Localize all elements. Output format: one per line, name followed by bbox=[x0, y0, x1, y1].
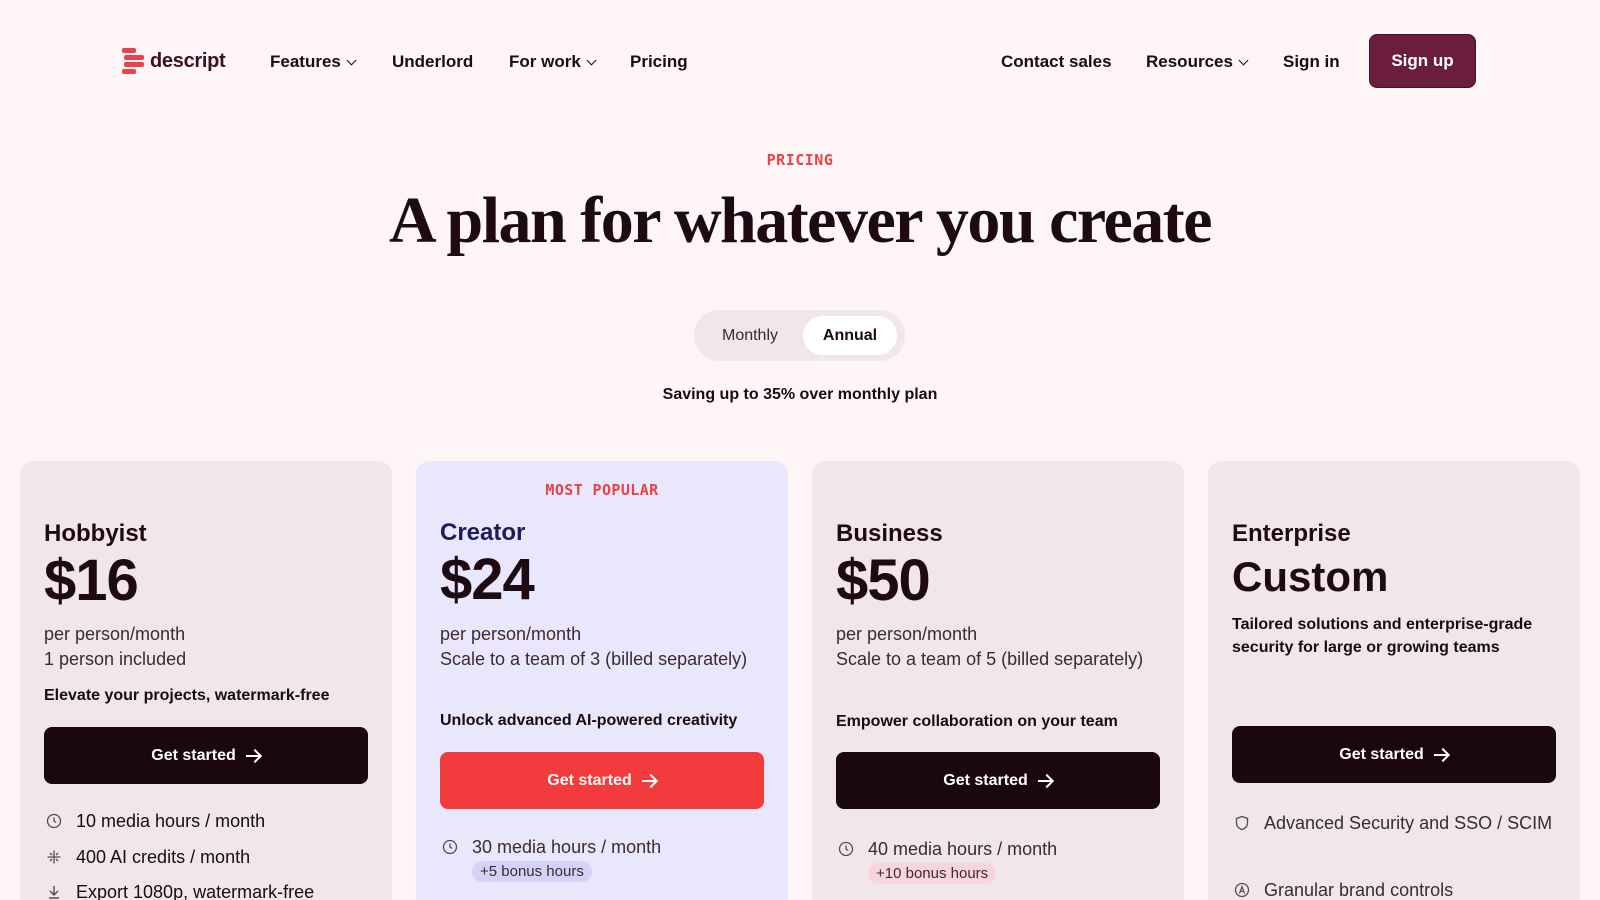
arrow-right-icon bbox=[245, 750, 261, 762]
get-started-label: Get started bbox=[943, 771, 1028, 789]
feature-text: 40 media hours / month bbox=[868, 839, 1058, 859]
sign-in-link[interactable]: Sign in bbox=[1283, 52, 1340, 72]
plan-price: Custom bbox=[1232, 553, 1389, 600]
plan-team: Scale to a team of 3 (billed separately) bbox=[440, 649, 748, 669]
feature-text: 30 media hours / month bbox=[472, 837, 662, 857]
chevron-down-icon bbox=[586, 55, 597, 65]
arrow-right-icon bbox=[1037, 775, 1053, 787]
plan-tagline: Elevate your projects, watermark-free bbox=[44, 687, 330, 704]
plan-unit: per person/month bbox=[836, 624, 978, 644]
plan-name: Hobbyist bbox=[44, 520, 147, 547]
plan-name: Business bbox=[836, 520, 943, 547]
most-popular-badge: MOST POPULAR bbox=[545, 481, 659, 499]
chevron-down-icon bbox=[346, 55, 357, 65]
nav-pricing-label: Pricing bbox=[630, 52, 688, 71]
logo-text: descript bbox=[150, 49, 226, 72]
bonus-badge: +5 bonus hours bbox=[472, 861, 592, 882]
descript-logo[interactable]: descript bbox=[122, 48, 226, 74]
plan-card-hobbyist: Hobbyist $16 per person/month 1 person i… bbox=[20, 461, 392, 900]
page-title: A plan for whatever you create bbox=[388, 184, 1213, 257]
chevron-down-icon bbox=[1238, 55, 1249, 65]
plan-team: Scale to a team of 5 (billed separately) bbox=[836, 649, 1144, 669]
get-started-button[interactable]: Get started bbox=[44, 727, 368, 784]
nav-resources[interactable]: Resources bbox=[1146, 52, 1249, 72]
pricing-eyebrow: PRICING bbox=[766, 151, 834, 169]
feature-text: 400 AI credits / month bbox=[76, 847, 251, 867]
feature-text: 10 media hours / month bbox=[76, 811, 266, 831]
nav-for-work-label: For work bbox=[509, 52, 581, 71]
billing-monthly-option[interactable]: Monthly bbox=[700, 316, 800, 355]
plan-tagline: Empower collaboration on your team bbox=[836, 713, 1118, 730]
get-started-button[interactable]: Get started bbox=[1232, 726, 1556, 783]
get-started-button[interactable]: Get started bbox=[440, 752, 764, 809]
feature-text: Granular brand controls bbox=[1264, 880, 1454, 900]
plan-name: Creator bbox=[440, 519, 526, 546]
plan-unit: per person/month bbox=[44, 624, 186, 644]
shield-icon bbox=[1232, 809, 1252, 837]
arrow-right-icon bbox=[1433, 749, 1449, 761]
plan-unit: per person/month bbox=[440, 624, 582, 644]
download-icon bbox=[44, 878, 64, 900]
sign-up-button[interactable]: Sign up bbox=[1369, 34, 1476, 88]
feature-item: 10 media hours / month bbox=[44, 807, 374, 835]
resources-label: Resources bbox=[1146, 52, 1233, 71]
bonus-badge: +10 bonus hours bbox=[868, 863, 997, 884]
saving-note: Saving up to 35% over monthly plan bbox=[662, 386, 938, 403]
get-started-button[interactable]: Get started bbox=[836, 752, 1160, 809]
feature-item: Export 1080p, watermark-free bbox=[44, 878, 374, 900]
get-started-label: Get started bbox=[151, 746, 236, 764]
feature-item: Granular brand controls bbox=[1232, 876, 1562, 900]
plan-price: $16 bbox=[44, 548, 139, 613]
plan-price: $24 bbox=[440, 547, 535, 612]
plan-tagline: Tailored solutions and enterprise-grade … bbox=[1232, 616, 1533, 656]
nav-contact-sales[interactable]: Contact sales bbox=[1001, 52, 1112, 72]
top-nav: descript Features Underlord For work Pri… bbox=[0, 0, 1600, 122]
plan-card-creator: MOST POPULAR Creator $24 per person/mont… bbox=[416, 461, 788, 900]
billing-toggle: Monthly Annual bbox=[694, 310, 905, 361]
plan-team: 1 person included bbox=[44, 649, 187, 669]
feature-item: 400 AI credits / month bbox=[44, 843, 374, 871]
plan-tagline: Unlock advanced AI-powered creativity bbox=[440, 712, 738, 729]
nav-underlord[interactable]: Underlord bbox=[392, 52, 473, 72]
plan-name: Enterprise bbox=[1232, 520, 1351, 547]
feature-text: Export 1080p, watermark-free bbox=[76, 882, 315, 900]
nav-underlord-label: Underlord bbox=[392, 52, 474, 71]
feature-item: Advanced Security and SSO / SCIM bbox=[1232, 809, 1562, 837]
nav-for-work[interactable]: For work bbox=[509, 52, 597, 72]
clock-icon bbox=[44, 807, 64, 835]
feature-text: Advanced Security and SSO / SCIM bbox=[1264, 813, 1553, 833]
plan-card-enterprise: Enterprise Custom Tailored solutions and… bbox=[1208, 461, 1580, 900]
brand-icon bbox=[1232, 876, 1252, 900]
nav-features[interactable]: Features bbox=[270, 52, 357, 72]
sign-in-label: Sign in bbox=[1283, 52, 1340, 71]
billing-annual-option[interactable]: Annual bbox=[803, 316, 897, 355]
feature-item: 30 media hours / month bbox=[440, 833, 770, 861]
arrow-right-icon bbox=[641, 775, 657, 787]
descript-logo-icon bbox=[122, 48, 144, 74]
contact-sales-label: Contact sales bbox=[1001, 52, 1112, 71]
clock-icon bbox=[440, 833, 460, 861]
sparkle-icon bbox=[44, 843, 64, 871]
nav-features-label: Features bbox=[270, 52, 341, 71]
nav-pricing[interactable]: Pricing bbox=[630, 52, 688, 72]
plan-card-business: Business $50 per person/month Scale to a… bbox=[812, 461, 1184, 900]
feature-item: 40 media hours / month bbox=[836, 835, 1166, 863]
get-started-label: Get started bbox=[547, 771, 632, 789]
plan-price: $50 bbox=[836, 548, 931, 613]
clock-icon bbox=[836, 835, 856, 863]
get-started-label: Get started bbox=[1339, 745, 1424, 763]
